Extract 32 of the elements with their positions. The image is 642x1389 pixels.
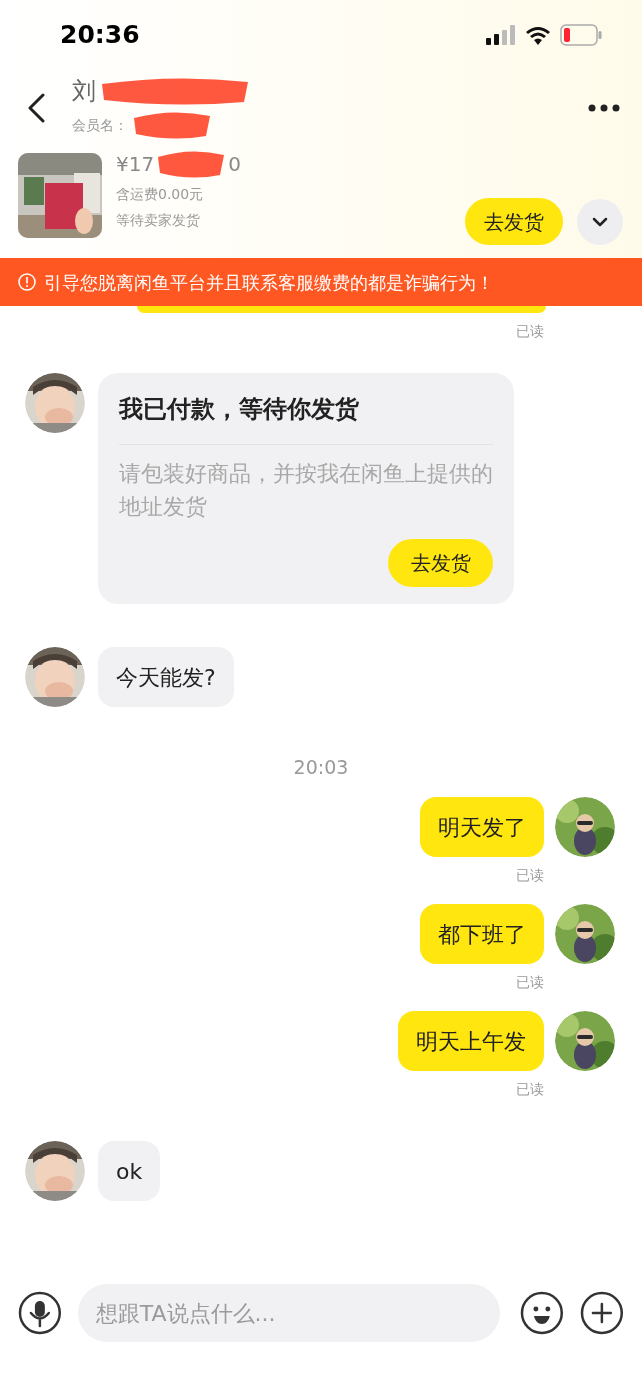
battery-icon [560, 24, 602, 46]
signal-icon [486, 25, 516, 45]
chat-bubble: 今天能发? [98, 647, 234, 707]
read-receipt: 已读 [516, 973, 544, 991]
read-receipt: 已读 [516, 866, 544, 884]
message-input[interactable]: 想跟TA说点什么... [77, 1284, 500, 1342]
price: ¥17 [116, 151, 155, 178]
emoji-icon[interactable] [519, 1291, 564, 1335]
add-icon[interactable] [580, 1291, 624, 1335]
status-time: 20:36 [60, 19, 140, 52]
wifi-icon [525, 25, 551, 45]
ship-button[interactable]: 去发货 [465, 198, 563, 245]
card-title: 我已付款，等待你发货 [119, 394, 360, 425]
timestamp: 20:03 [293, 757, 349, 777]
chat-bubble: 明天发了 [420, 797, 544, 857]
microphone-icon[interactable] [18, 1291, 62, 1335]
member-label: 会员名： [72, 115, 128, 135]
read-receipt: 已读 [516, 322, 544, 340]
read-receipt: 已读 [516, 1080, 544, 1098]
shipping-fee: 含运费0.00元 [116, 185, 205, 204]
chat-bubble: 都下班了 [420, 904, 544, 964]
order-status: 等待卖家发货 [116, 211, 201, 230]
ship-button[interactable]: 去发货 [388, 539, 493, 587]
more-icon[interactable] [588, 103, 620, 112]
chat-bubble: 明天上午发 [398, 1011, 544, 1071]
price: 0 [228, 151, 241, 178]
chat-bubble: ok [98, 1141, 161, 1201]
card-body: 请包装好商品，并按我在闲鱼上提供的地址发货 [119, 460, 493, 521]
chevron-down-icon [592, 217, 608, 227]
contact-name: 刘 [72, 75, 96, 107]
warning-text: 引导您脱离闲鱼平台并且联系客服缴费的都是诈骗行为！ [44, 270, 494, 295]
warning-icon [18, 273, 36, 291]
